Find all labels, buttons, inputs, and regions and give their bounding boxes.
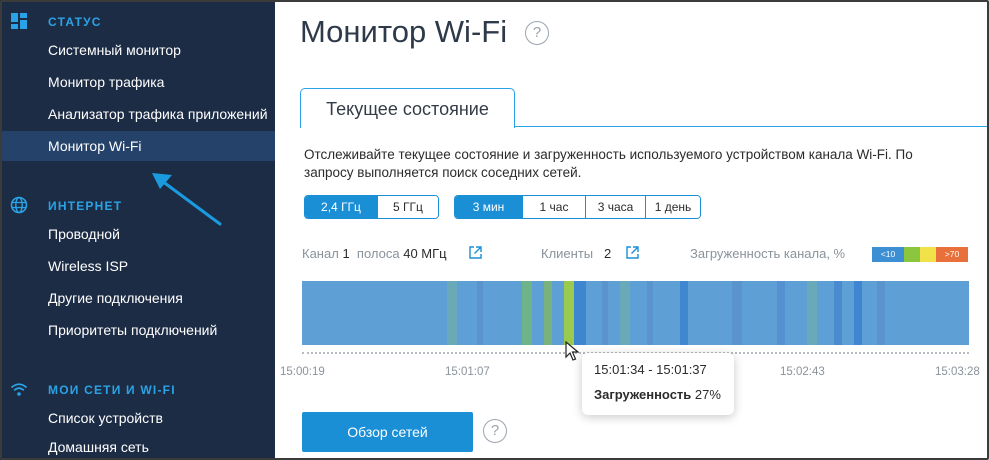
scan-help-icon[interactable]: ?	[483, 419, 507, 443]
description-text: Отслеживайте текущее состояние и загруже…	[304, 147, 913, 180]
chart-band	[854, 281, 862, 345]
sidebar-item-wireless-isp[interactable]: Wireless ISP	[0, 251, 275, 281]
sidebar-item-wifi-monitor[interactable]: Монитор Wi-Fi	[0, 131, 275, 161]
chart-band	[564, 281, 574, 345]
tooltip-load-label: Загруженность	[594, 387, 692, 402]
chart-band	[574, 281, 586, 345]
sidebar-item-device-list[interactable]: Список устройств	[0, 403, 275, 433]
chart-band	[477, 281, 483, 345]
globe-icon	[10, 196, 28, 214]
page-title: Монитор Wi-Fi	[300, 14, 508, 49]
sidebar-item-system-monitor[interactable]: Системный монитор	[0, 35, 275, 65]
band-option-2-4ghz[interactable]: 2,4 ГГц	[305, 196, 377, 218]
channel-label: Канал	[302, 246, 339, 261]
load-legend: <10 >70	[872, 247, 968, 262]
chart-band	[544, 281, 552, 345]
sidebar-item-wired[interactable]: Проводной	[0, 219, 275, 249]
sidebar-item-connection-priorities[interactable]: Приоритеты подключений	[0, 315, 275, 345]
channel-value: 1	[342, 246, 350, 261]
period-option-3hours[interactable]: 3 часа	[585, 196, 645, 218]
sidebar-item-other-connections[interactable]: Другие подключения	[0, 283, 275, 313]
chart-band	[807, 281, 817, 345]
chart-band	[647, 281, 653, 345]
width-label: полоса	[356, 246, 400, 261]
legend-medium	[904, 247, 920, 262]
wifi-icon	[10, 383, 28, 396]
tooltip-time-range: 15:01:34 - 15:01:37	[594, 362, 707, 377]
chart-band	[447, 281, 457, 345]
time-label-0: 15:00:19	[280, 366, 325, 378]
chart-band	[877, 281, 885, 345]
period-option-1hour[interactable]: 1 час	[522, 196, 585, 218]
sidebar-item-home-network[interactable]: Домашняя сеть	[0, 432, 275, 460]
legend-low: <10	[872, 247, 904, 262]
scan-networks-button[interactable]: Обзор сетей	[302, 412, 473, 452]
dashboard-icon	[11, 13, 27, 29]
section-status: СТАТУС	[0, 10, 275, 34]
width-value: 40 МГц	[403, 246, 447, 261]
chart-band	[732, 281, 742, 345]
chart-band	[834, 281, 842, 345]
time-label-1: 15:01:07	[445, 366, 490, 378]
time-label-4: 15:03:28	[935, 366, 980, 378]
chart-band	[777, 281, 785, 345]
legend-high	[920, 247, 936, 262]
sidebar-item-app-traffic-analyzer[interactable]: Анализатор трафика приложений	[0, 99, 275, 129]
annotation-arrow-icon	[152, 173, 222, 226]
period-selector: 3 мин 1 час 3 часа 1 день	[454, 195, 701, 219]
channel-info: Канал 1 полоса 40 МГц	[302, 246, 447, 261]
clients-label: Клиенты	[541, 246, 594, 261]
clients-info: Клиенты 2	[541, 246, 611, 261]
section-internet: ИНТЕРНЕТ	[0, 194, 275, 218]
clients-external-link-icon[interactable]	[625, 245, 640, 260]
section-my-networks: МОИ СЕТИ И WI-FI	[0, 378, 275, 402]
time-label-3: 15:02:43	[780, 366, 825, 378]
band-selector: 2,4 ГГц 5 ГГц	[304, 195, 439, 219]
section-title-internet: ИНТЕРНЕТ	[48, 199, 123, 213]
section-title-my-networks: МОИ СЕТИ И WI-FI	[48, 383, 176, 397]
chart-tooltip: 15:01:34 - 15:01:37 Загруженность 27%	[582, 353, 734, 415]
chart-band	[602, 281, 608, 345]
mouse-cursor-icon	[565, 341, 579, 361]
legend-very-high: >70	[936, 247, 968, 262]
sidebar-item-traffic-monitor[interactable]: Монитор трафика	[0, 67, 275, 97]
external-link-icon[interactable]	[468, 245, 483, 260]
main-content: Монитор Wi-Fi ? Текущее состояние Отслеж…	[275, 0, 989, 460]
chart-band	[522, 281, 532, 345]
period-option-1day[interactable]: 1 день	[645, 196, 700, 218]
chart-band	[620, 281, 630, 345]
tooltip-load-value: 27%	[694, 387, 721, 402]
chart-band	[680, 281, 688, 345]
period-option-3min[interactable]: 3 мин	[455, 196, 522, 218]
band-option-5ghz[interactable]: 5 ГГц	[377, 196, 438, 218]
tab-current-state[interactable]: Текущее состояние	[300, 88, 515, 128]
load-label: Загруженность канала, %	[690, 246, 846, 261]
sidebar: СТАТУС Системный монитор Монитор трафика…	[0, 0, 275, 460]
section-title-status: СТАТУС	[48, 15, 102, 29]
channel-load-chart[interactable]	[302, 281, 969, 345]
clients-value: 2	[603, 246, 612, 261]
help-icon[interactable]: ?	[525, 21, 549, 45]
